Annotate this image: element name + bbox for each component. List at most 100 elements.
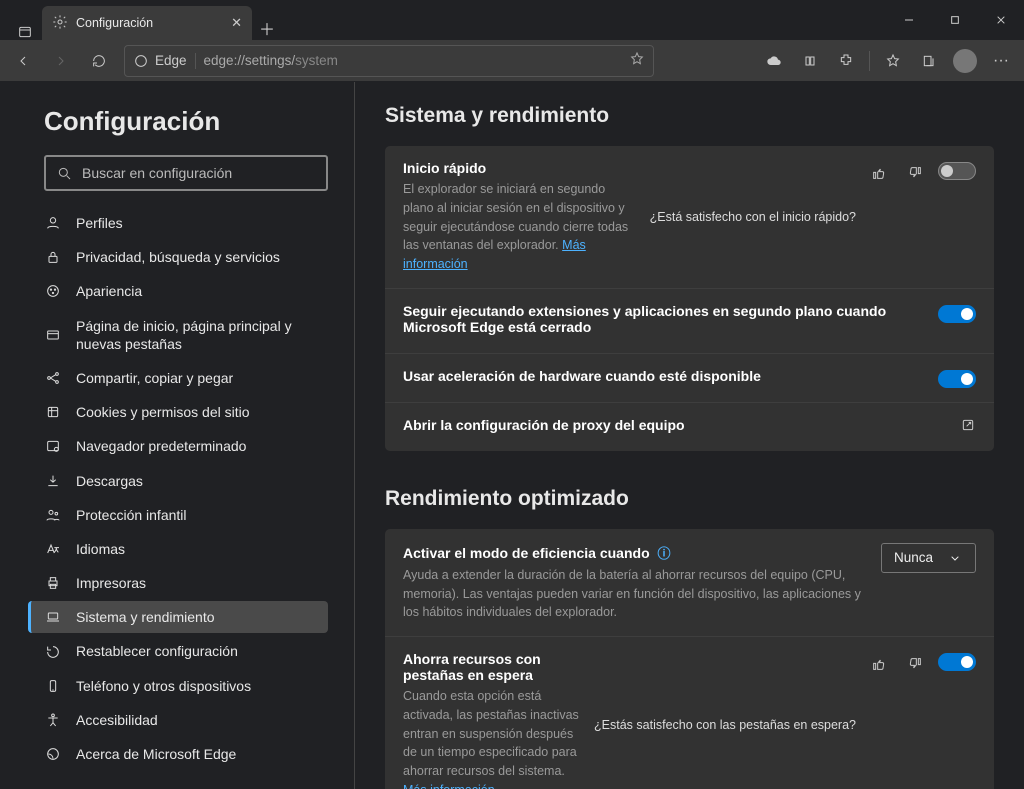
separator [869, 51, 870, 71]
site-identity[interactable]: Edge [133, 53, 196, 69]
external-link-icon [960, 417, 976, 437]
refresh-button[interactable] [82, 44, 116, 78]
nav-label: Compartir, copiar y pegar [76, 369, 233, 387]
thumbs-down-button[interactable] [902, 160, 928, 186]
settings-sidebar: Configuración Buscar en configuración Pe… [0, 82, 355, 789]
nav-downloads[interactable]: Descargas [28, 465, 328, 497]
setting-description: Cuando esta opción está activada, las pe… [403, 687, 580, 789]
nav-label: Página de inicio, página principal y nue… [76, 317, 316, 353]
learn-more-link[interactable]: Más información [403, 783, 495, 789]
tab-title: Configuración [76, 16, 153, 30]
nav-label: Privacidad, búsqueda y servicios [76, 248, 280, 266]
phone-icon [44, 678, 62, 694]
laptop-icon [44, 609, 62, 625]
collections-icon[interactable] [912, 44, 946, 78]
toolbar-actions: ··· [757, 44, 1018, 78]
nav-label: Cookies y permisos del sitio [76, 403, 250, 421]
nav-label: Perfiles [76, 214, 123, 232]
titlebar: Configuración ✕ ＋ [0, 0, 1024, 40]
extensions-icon[interactable] [829, 44, 863, 78]
toggle-startup-boost[interactable] [938, 162, 976, 180]
favorites-icon[interactable] [876, 44, 910, 78]
nav-cookies[interactable]: Cookies y permisos del sitio [28, 396, 328, 428]
chevron-down-icon [947, 550, 963, 566]
back-button[interactable] [6, 44, 40, 78]
setting-description: Ayuda a extender la duración de la bater… [403, 566, 863, 622]
maximize-button[interactable] [932, 0, 978, 40]
sidebar-title: Configuración [44, 106, 328, 137]
download-icon [44, 473, 62, 489]
nav-label: Impresoras [76, 574, 146, 592]
thumbs-down-button[interactable] [902, 651, 928, 677]
efficiency-mode-select[interactable]: Nunca [881, 543, 976, 573]
row-hardware-accel: Usar aceleración de hardware cuando esté… [385, 354, 994, 403]
info-icon[interactable]: ⓘ [658, 546, 671, 561]
row-background-extensions: Seguir ejecutando extensiones y aplicaci… [385, 289, 994, 354]
feedback-question: ¿Estás satisfecho con las pestañas en es… [594, 718, 856, 732]
toolbar: Edge edge://settings/system ··· [0, 40, 1024, 82]
thumbs-up-button[interactable] [866, 651, 892, 677]
new-tab-button[interactable]: ＋ [252, 16, 282, 40]
paint-icon [44, 283, 62, 299]
nav-accessibility[interactable]: Accesibilidad [28, 704, 328, 736]
search-icon [56, 165, 72, 181]
minimize-button[interactable] [886, 0, 932, 40]
toggle-hardware-accel[interactable] [938, 370, 976, 388]
row-sleeping-tabs: Ahorra recursos con pestañas en espera C… [385, 637, 994, 789]
thumbs-up-button[interactable] [866, 160, 892, 186]
nav-label: Acerca de Microsoft Edge [76, 745, 236, 763]
tab-actions-menu[interactable] [8, 24, 42, 40]
setting-title: Usar aceleración de hardware cuando esté… [403, 368, 924, 384]
accessibility-icon [44, 712, 62, 728]
gear-icon [52, 14, 68, 33]
profile-icon [44, 215, 62, 231]
nav-default-browser[interactable]: Navegador predeterminado [28, 430, 328, 462]
nav-share[interactable]: Compartir, copiar y pegar [28, 362, 328, 394]
forward-button[interactable] [44, 44, 78, 78]
edge-label: Edge [155, 53, 187, 68]
nav-languages[interactable]: Idiomas [28, 533, 328, 565]
close-tab-icon[interactable]: ✕ [231, 15, 242, 31]
performance-card: Activar el modo de eficiencia cuando ⓘ A… [385, 529, 994, 789]
row-proxy-settings[interactable]: Abrir la configuración de proxy del equi… [385, 403, 994, 451]
nav-family[interactable]: Protección infantil [28, 499, 328, 531]
close-window-button[interactable] [978, 0, 1024, 40]
nav-startpages[interactable]: Página de inicio, página principal y nue… [28, 310, 328, 360]
avatar-icon [953, 49, 977, 73]
profile-button[interactable] [948, 44, 982, 78]
settings-search-input[interactable]: Buscar en configuración [44, 155, 328, 191]
setting-title: Inicio rápido [403, 160, 636, 176]
search-placeholder: Buscar en configuración [82, 165, 232, 181]
nav-label: Protección infantil [76, 506, 187, 524]
setting-description: El explorador se iniciará en segundo pla… [403, 180, 636, 274]
feedback-question: ¿Está satisfecho con el inicio rápido? [650, 210, 856, 224]
nav-printers[interactable]: Impresoras [28, 567, 328, 599]
nav-privacy[interactable]: Privacidad, búsqueda y servicios [28, 241, 328, 273]
settings-nav: Perfiles Privacidad, búsqueda y servicio… [28, 207, 328, 770]
nav-label: Apariencia [76, 282, 142, 300]
window-controls [886, 0, 1024, 40]
select-value: Nunca [894, 550, 933, 565]
tab-strip: Configuración ✕ ＋ [0, 0, 282, 40]
toggle-sleeping-tabs[interactable] [938, 653, 976, 671]
nav-label: Accesibilidad [76, 711, 158, 729]
share-icon [44, 370, 62, 386]
nav-about[interactable]: Acerca de Microsoft Edge [28, 738, 328, 770]
address-bar[interactable]: Edge edge://settings/system [124, 45, 654, 77]
nav-system[interactable]: Sistema y rendimiento [28, 601, 328, 633]
section-heading-system: Sistema y rendimiento [385, 104, 994, 128]
nav-profiles[interactable]: Perfiles [28, 207, 328, 239]
nav-appearance[interactable]: Apariencia [28, 275, 328, 307]
nav-devices[interactable]: Teléfono y otros dispositivos [28, 670, 328, 702]
printer-icon [44, 575, 62, 591]
more-menu-button[interactable]: ··· [984, 44, 1018, 78]
reset-icon [44, 644, 62, 660]
cloud-icon[interactable] [757, 44, 791, 78]
nav-label: Descargas [76, 472, 143, 490]
toggle-background-extensions[interactable] [938, 305, 976, 323]
nav-label: Teléfono y otros dispositivos [76, 677, 251, 695]
favorite-button[interactable] [629, 51, 645, 70]
browser-tab[interactable]: Configuración ✕ [42, 6, 252, 40]
immersive-reader-icon[interactable] [793, 44, 827, 78]
nav-reset[interactable]: Restablecer configuración [28, 635, 328, 667]
